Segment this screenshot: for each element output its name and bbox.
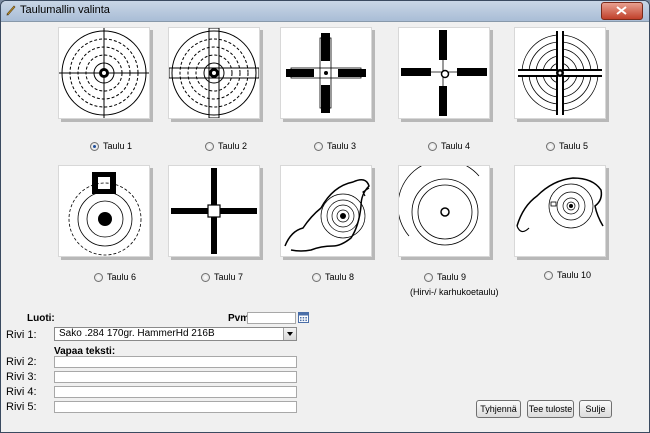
target-image-6[interactable] (58, 165, 150, 257)
row3-input[interactable] (54, 371, 297, 383)
radio-button[interactable] (424, 272, 433, 282)
radio-button[interactable] (201, 272, 210, 282)
radio-button[interactable] (428, 141, 437, 151)
row1-value: Sako .284 170gr. HammerHd 216B (59, 328, 215, 339)
row1-label: Rivi 1: (6, 329, 37, 341)
chevron-down-icon (287, 332, 293, 336)
window-close-button[interactable] (601, 2, 643, 20)
radio-label: Taulu 1 (103, 141, 133, 151)
target-image-10[interactable] (514, 165, 606, 257)
target-image-2[interactable] (168, 27, 260, 119)
target-image-3[interactable] (280, 27, 372, 119)
radio-label: Taulu 5 (559, 141, 589, 151)
radio-target-2[interactable]: Taulu 2 (205, 141, 247, 151)
radio-label: Taulu 10 (557, 270, 592, 280)
row4-label: Rivi 4: (6, 386, 37, 398)
target-image-4[interactable] (398, 27, 490, 119)
radio-button[interactable] (94, 272, 103, 282)
radio-target-9[interactable]: Taulu 9 (424, 272, 466, 282)
date-input[interactable] (247, 312, 296, 324)
row5-input[interactable] (54, 401, 297, 413)
radio-label: Taulu 8 (325, 272, 355, 282)
radio-label: Taulu 3 (327, 141, 357, 151)
window-title: Taulumallin valinta (20, 4, 110, 16)
radio-target-5[interactable]: Taulu 5 (546, 141, 588, 151)
radio-label: Taulu 4 (441, 141, 471, 151)
combobox-dropdown-button[interactable] (283, 328, 296, 340)
app-pen-icon (6, 5, 16, 16)
radio-target-3[interactable]: Taulu 3 (314, 141, 356, 151)
dialog-window: Taulumallin valinta Taulu 1 Taulu 2 Taul… (0, 0, 650, 433)
radio-button[interactable] (314, 141, 323, 151)
target-image-1[interactable] (58, 27, 150, 119)
radio-target-7[interactable]: Taulu 7 (201, 272, 243, 282)
title-bar[interactable]: Taulumallin valinta (1, 1, 649, 22)
row3-label: Rivi 3: (6, 371, 37, 383)
radio-target-8[interactable]: Taulu 8 (312, 272, 354, 282)
target-image-7[interactable] (168, 165, 260, 257)
target-image-5[interactable] (514, 27, 606, 119)
radio-button[interactable] (90, 141, 99, 151)
calendar-icon[interactable] (298, 312, 309, 323)
row2-input[interactable] (54, 356, 297, 368)
clear-button[interactable]: Tyhjennä (476, 400, 521, 418)
radio-target-4[interactable]: Taulu 4 (428, 141, 470, 151)
target-image-9[interactable] (398, 165, 490, 257)
print-button[interactable]: Tee tuloste (527, 400, 574, 418)
radio-target-1[interactable]: Taulu 1 (90, 141, 132, 151)
radio-button[interactable] (312, 272, 321, 282)
bullet-label: Luoti: (27, 313, 55, 324)
radio-target-10[interactable]: Taulu 10 (544, 270, 591, 280)
radio-button[interactable] (544, 270, 553, 280)
close-icon (616, 6, 627, 15)
date-label: Pvm (228, 313, 250, 324)
target-9-sublabel: (Hirvi-/ karhukoetaulu) (410, 287, 499, 297)
row5-label: Rivi 5: (6, 401, 37, 413)
radio-target-6[interactable]: Taulu 6 (94, 272, 136, 282)
radio-label: Taulu 7 (214, 272, 244, 282)
close-button[interactable]: Sulje (579, 400, 612, 418)
radio-label: Taulu 6 (107, 272, 137, 282)
dialog-content: Taulu 1 Taulu 2 Taulu 3 Taulu 4 Taulu 5 (1, 22, 649, 432)
radio-button[interactable] (205, 141, 214, 151)
radio-button[interactable] (546, 141, 555, 151)
target-image-8[interactable] (280, 165, 372, 257)
radio-label: Taulu 2 (218, 141, 248, 151)
row2-label: Rivi 2: (6, 356, 37, 368)
radio-label: Taulu 9 (437, 272, 467, 282)
row1-combobox[interactable]: Sako .284 170gr. HammerHd 216B (54, 327, 297, 341)
row4-input[interactable] (54, 386, 297, 398)
